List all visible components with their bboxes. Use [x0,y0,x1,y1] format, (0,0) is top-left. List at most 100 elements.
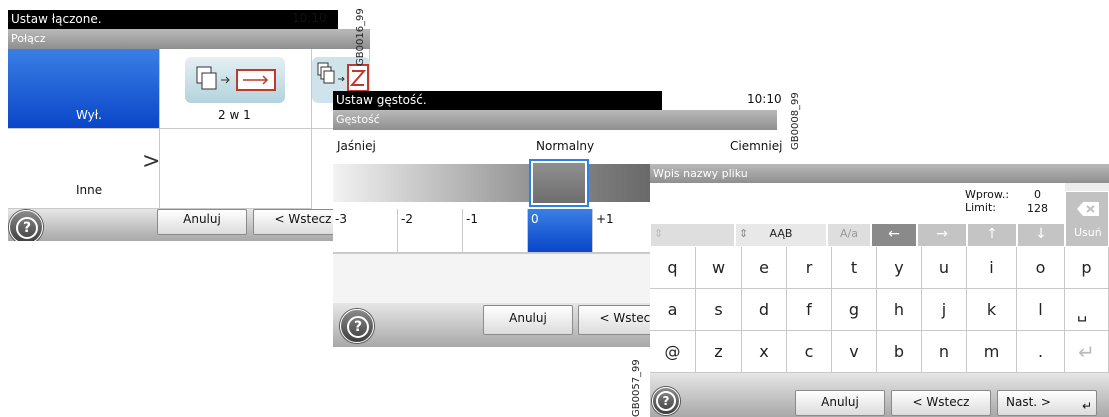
key-o[interactable]: o [1017,247,1065,289]
space-icon: ␣ [1077,303,1088,322]
key-r[interactable]: r [787,247,832,289]
arrow-left-icon: ← [888,226,900,242]
key-d[interactable]: d [742,289,787,331]
density-option-minus2[interactable]: -2 [398,209,463,253]
density-plus1-label: +1 [596,212,614,226]
cancel-button[interactable]: Anuluj [157,209,247,235]
key-p[interactable]: p [1065,247,1109,289]
screen-density-titlebar: Ustaw gęstość. [333,91,662,110]
key-m[interactable]: m [967,331,1017,373]
screen-combine-subtitle-bar: Połącz [8,29,370,49]
option-other-label: Inne [76,183,103,197]
help-button[interactable]: ? [652,387,680,415]
next-label: Nast. > [1006,395,1051,409]
key-h[interactable]: h [877,289,922,331]
screen-combine-subtitle: Połącz [11,32,46,45]
cancel-button[interactable]: Anuluj [483,305,573,335]
density-right-strip [697,110,777,130]
density-gradient-bar [333,164,697,202]
key-period[interactable]: . [1017,331,1065,373]
input-count-label: Wprow.: [965,188,1010,201]
key-u[interactable]: u [922,247,967,289]
up-down-icon: ⇕ [654,227,664,240]
key-enter[interactable]: ↵ [1065,331,1109,373]
delete-button[interactable]: Usuń [1065,191,1109,247]
mode-toggle-button[interactable]: ⇕ [650,223,735,247]
key-at[interactable]: @ [650,331,696,373]
shift-label: AĄB [769,227,793,240]
density-marker [529,159,589,207]
case-toggle-button[interactable]: A/a [827,223,871,247]
key-y[interactable]: y [877,247,922,289]
screen-filename: Wpis nazwy pliku Wprow.: 0 Limit: 128 Us… [650,164,1109,417]
screen-combine-code: GB0016_99 [355,8,366,66]
option-off-label: Wył. [76,108,102,122]
key-a[interactable]: a [650,289,696,331]
cursor-left-button[interactable]: ← [871,223,917,247]
density-0-label: 0 [531,212,539,226]
option-2in1[interactable]: 2 w 1 [160,49,312,129]
arrow-right-icon: → [936,226,948,242]
input-count-value: 0 [1034,188,1041,201]
key-x[interactable]: x [742,331,787,373]
key-c[interactable]: c [787,331,832,373]
arrow-up-icon: ↑ [986,226,998,242]
density-minus2-label: -2 [401,212,413,226]
key-q[interactable]: q [650,247,696,289]
key-g[interactable]: g [832,289,877,331]
screen-density-code: GB0008_99 [790,92,801,150]
screen-filename-subtitle-bar: Wpis nazwy pliku [650,164,1109,183]
key-w[interactable]: w [696,247,742,289]
cancel-button[interactable]: Anuluj [795,390,885,416]
key-e[interactable]: e [742,247,787,289]
limit-label: Limit: [965,201,996,214]
key-f[interactable]: f [787,289,832,331]
density-blank-area [333,253,697,304]
two-in-one-icon [185,57,285,103]
help-button[interactable]: ? [9,210,43,241]
help-button[interactable]: ? [340,309,374,343]
key-t[interactable]: t [832,247,877,289]
density-option-0[interactable]: 0 [528,209,593,253]
darker-label-display: Ciemniej [730,139,783,153]
normal-label: Normalny [536,139,595,153]
key-space[interactable]: ␣ [1065,289,1109,331]
lighter-label: Jaśniej [337,139,376,153]
cursor-down-button[interactable]: ↓ [1017,223,1065,247]
cursor-right-button[interactable]: → [917,223,967,247]
option-2in1-label: 2 w 1 [218,108,251,122]
screen-combine-titlebar: Ustaw łączone. [8,10,338,29]
key-l[interactable]: l [1017,289,1065,331]
key-v[interactable]: v [832,331,877,373]
key-n[interactable]: n [922,331,967,373]
screen-density-title: Ustaw gęstość. [336,93,427,107]
density-option-minus1[interactable]: -1 [463,209,528,253]
key-i[interactable]: i [967,247,1017,289]
density-option-minus3[interactable]: -3 [333,209,398,253]
help-icon: ? [656,391,676,411]
backspace-icon [1077,202,1099,216]
density-minus1-label: -1 [466,212,478,226]
key-j[interactable]: j [922,289,967,331]
key-z[interactable]: z [696,331,742,373]
cursor-up-button[interactable]: ↑ [967,223,1017,247]
help-icon: ? [347,316,369,338]
help-icon: ? [16,217,38,239]
arrow-down-icon: ↓ [1035,226,1047,242]
next-button[interactable]: Nast. > ↵ [997,390,1097,416]
screen-combine-title: Ustaw łączone. [11,12,102,26]
option-off[interactable]: Wył. [8,49,160,129]
key-b[interactable]: b [877,331,922,373]
screen-density-subtitle: Gęstość [336,113,380,126]
shift-button[interactable]: ⇕ AĄB [735,223,827,247]
key-s[interactable]: s [696,289,742,331]
limit-value: 128 [1027,202,1048,215]
screen-filename-code: GB0057_99 [631,359,642,417]
key-k[interactable]: k [967,289,1017,331]
option-other[interactable]: > Inne [8,129,160,209]
screen-combine: Ustaw łączone. 10:10 Połącz Wył. 2 w 1 >… [8,10,370,241]
back-button[interactable]: < Wstecz [891,390,991,416]
empty-cell [160,129,312,209]
up-down-icon: ⇕ [739,227,749,240]
screen-density: Ustaw gęstość. 10:10 Gęstość Jaśniej Nor… [333,91,697,347]
